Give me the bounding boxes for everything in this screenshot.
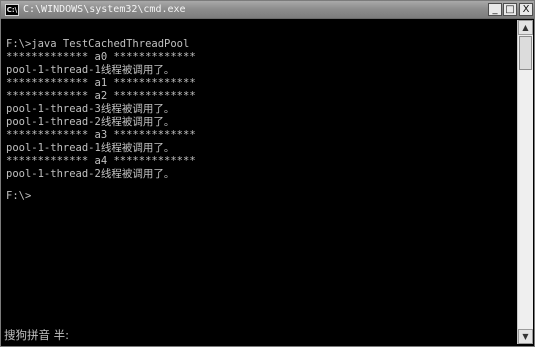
console-line: pool-1-thread-2线程被调用了。	[6, 168, 175, 180]
scroll-up-button[interactable]: ▲	[518, 20, 533, 35]
console-output[interactable]: F:\>java TestCachedThreadPool **********…	[3, 20, 517, 344]
console-line: F:\>java TestCachedThreadPool	[6, 38, 190, 50]
console-line: ************* a1 *************	[6, 77, 196, 89]
maximize-button[interactable]: □	[503, 3, 517, 16]
cmd-app-icon[interactable]: C:\	[5, 4, 19, 16]
title-bar[interactable]: C:\ C:\WINDOWS\system32\cmd.exe _ □ X	[1, 1, 534, 19]
ime-status-bar[interactable]: 搜狗拼音 半:	[4, 328, 69, 342]
close-button[interactable]: X	[519, 3, 533, 16]
console-line: ************* a4 *************	[6, 155, 196, 167]
scroll-down-button[interactable]: ▼	[518, 329, 533, 344]
vertical-scrollbar[interactable]: ▲ ▼	[517, 20, 533, 344]
window-title: C:\WINDOWS\system32\cmd.exe	[23, 4, 186, 15]
console-line: pool-1-thread-1线程被调用了。	[6, 64, 175, 76]
console-line: pool-1-thread-2线程被调用了。	[6, 116, 175, 128]
console-line: ************* a0 *************	[6, 51, 196, 63]
console-prompt[interactable]: F:\>	[6, 190, 31, 203]
scroll-thumb[interactable]	[519, 36, 532, 70]
console-line: pool-1-thread-1线程被调用了。	[6, 142, 175, 154]
console-line: ************* a2 *************	[6, 90, 196, 102]
minimize-button[interactable]: _	[488, 3, 502, 16]
console-line: ************* a3 *************	[6, 129, 196, 141]
console-line: pool-1-thread-3线程被调用了。	[6, 103, 175, 115]
cmd-window: C:\ C:\WINDOWS\system32\cmd.exe _ □ X F:…	[0, 0, 535, 347]
